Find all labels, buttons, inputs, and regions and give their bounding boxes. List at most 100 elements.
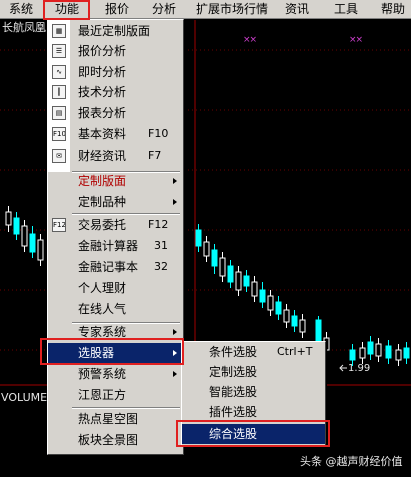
- submenu-item-custom-screen[interactable]: 定制选股: [182, 362, 325, 382]
- menu-item-label: 定制版面: [78, 174, 127, 188]
- menu-item-label: 在线人气: [78, 302, 127, 316]
- menu-item-label: 板块全景图: [78, 433, 139, 447]
- submenu-item-label: 智能选股: [209, 385, 258, 399]
- candle-body: [227, 265, 234, 283]
- menu-item-label: 专家系统: [78, 325, 127, 339]
- menu-item-label: 预警系统: [78, 367, 127, 381]
- menu-item-label: 报价分析: [78, 44, 127, 58]
- realtime-icon: ∿: [52, 65, 66, 79]
- stock-screener-submenu: 条件选股 Ctrl+T 定制选股 智能选股 插件选股 综合选股: [181, 341, 326, 446]
- menu-item-sector-panorama[interactable]: 板块全景图: [48, 430, 183, 450]
- candle-body: [359, 347, 366, 359]
- menu-item-alert-system[interactable]: 预警系统: [48, 364, 183, 384]
- price-arrow: [339, 364, 347, 372]
- menu-item-financial-news[interactable]: ✉ 财经资讯 F7: [48, 146, 183, 166]
- menu-item-report-analysis[interactable]: ▤ 报表分析: [48, 103, 183, 123]
- submenu-item-shortcut: Ctrl+T: [277, 345, 313, 358]
- menu-analysis[interactable]: 分析: [146, 0, 182, 19]
- submenu-item-condition-screen[interactable]: 条件选股 Ctrl+T: [182, 342, 325, 362]
- menu-item-label: 选股器: [78, 346, 115, 360]
- menu-item-shortcut: F10: [148, 127, 169, 140]
- candle-body: [349, 349, 356, 361]
- report-icon: ▤: [52, 106, 66, 120]
- menubar: 系统 功能 报价 分析 扩展市场行情 资讯 工具 帮助: [0, 0, 411, 19]
- menu-item-online-popularity[interactable]: 在线人气: [48, 299, 183, 319]
- candle-body: [29, 233, 36, 253]
- submenu-item-label: 插件选股: [209, 405, 258, 419]
- stock-name: 长航凤凰: [2, 21, 46, 34]
- candle-body: [385, 345, 392, 359]
- candle-body: [299, 319, 306, 333]
- candle-body: [5, 211, 12, 226]
- menu-item-quote-analysis[interactable]: ☰ 报价分析: [48, 41, 183, 61]
- menu-item-label: 热点星空图: [78, 412, 139, 426]
- f10-icon: F10: [52, 127, 66, 141]
- menu-item-realtime-analysis[interactable]: ∿ 即时分析: [48, 62, 183, 82]
- submenu-arrow-icon: [173, 178, 177, 184]
- menu-item-gann-square[interactable]: 江恩正方: [48, 385, 183, 405]
- menu-item-financial-notebook[interactable]: 金融记事本 32: [48, 257, 183, 277]
- menu-item-hotspot-starmap[interactable]: 热点星空图: [48, 409, 183, 429]
- submenu-item-plugin-screen[interactable]: 插件选股: [182, 402, 325, 422]
- candlestick-icon: ┃: [52, 85, 66, 99]
- candle-body: [375, 343, 382, 357]
- candle-body: [275, 301, 282, 315]
- menu-system[interactable]: 系统: [4, 0, 38, 19]
- news-icon: ✉: [52, 149, 66, 163]
- chart-marker: ××: [349, 35, 363, 45]
- menu-item-personal-finance[interactable]: 个人理财: [48, 278, 183, 298]
- candle-body: [37, 239, 44, 261]
- menu-item-shortcut: F12: [148, 218, 169, 231]
- menu-item-custom-layout[interactable]: 定制版面: [48, 171, 183, 191]
- candle-body: [395, 349, 402, 361]
- menu-item-financial-calculator[interactable]: 金融计算器 31: [48, 236, 183, 256]
- candle-body: [367, 341, 374, 355]
- submenu-arrow-icon: [173, 371, 177, 377]
- menu-item-recent-layout[interactable]: ▦ 最近定制版面: [48, 21, 183, 41]
- menu-item-label: 金融计算器: [78, 239, 139, 253]
- layout-icon: ▦: [52, 24, 66, 38]
- menu-item-label: 财经资讯: [78, 149, 127, 163]
- f12-icon: F12: [52, 218, 66, 232]
- candle-body: [403, 347, 410, 359]
- watermark: 头条 @越声财经价值: [300, 455, 403, 468]
- menu-item-label: 交易委托: [78, 218, 127, 232]
- menu-item-shortcut: 31: [154, 239, 168, 252]
- menu-item-label: 金融记事本: [78, 260, 139, 274]
- candle-body: [211, 249, 218, 267]
- submenu-arrow-icon: [173, 329, 177, 335]
- menu-extended-market[interactable]: 扩展市场行情: [192, 0, 272, 19]
- candle-body: [235, 271, 242, 291]
- function-dropdown-menu: ▦ 最近定制版面 ☰ 报价分析 ∿ 即时分析 ┃ 技术分析 ▤ 报表分析 F10…: [47, 19, 184, 455]
- submenu-item-comprehensive-screen[interactable]: 综合选股: [182, 424, 325, 444]
- menu-help[interactable]: 帮助: [376, 0, 410, 19]
- submenu-item-smart-screen[interactable]: 智能选股: [182, 382, 325, 402]
- candle-body: [291, 315, 298, 327]
- menu-item-expert-system[interactable]: 专家系统: [48, 322, 183, 342]
- menu-item-shortcut: 32: [154, 260, 168, 273]
- menu-function[interactable]: 功能: [46, 0, 88, 19]
- candle-body: [195, 229, 202, 247]
- menu-item-custom-symbols[interactable]: 定制品种: [48, 192, 183, 212]
- menu-quote[interactable]: 报价: [98, 0, 136, 19]
- menu-item-trade-order[interactable]: F12 交易委托 F12: [48, 215, 183, 235]
- menu-item-basic-info[interactable]: F10 基本资料 F10: [48, 124, 183, 144]
- candle-body: [267, 295, 274, 311]
- candle-body: [13, 217, 20, 235]
- submenu-arrow-icon: [173, 350, 177, 356]
- menu-item-shortcut: F7: [148, 149, 162, 162]
- menu-item-label: 江恩正方: [78, 388, 127, 402]
- menu-tools[interactable]: 工具: [328, 0, 364, 19]
- candle-body: [21, 225, 28, 247]
- submenu-item-label: 定制选股: [209, 365, 258, 379]
- menu-item-technical-analysis[interactable]: ┃ 技术分析: [48, 82, 183, 102]
- menu-item-stock-screener[interactable]: 选股器: [48, 343, 183, 363]
- submenu-arrow-icon: [173, 199, 177, 205]
- menu-info[interactable]: 资讯: [280, 0, 314, 19]
- candle-body: [243, 275, 250, 287]
- menu-item-label: 定制品种: [78, 195, 127, 209]
- candle-body: [283, 309, 290, 323]
- candle-body: [219, 257, 226, 277]
- candle-body: [259, 289, 266, 303]
- price-label: 1.99: [348, 363, 371, 374]
